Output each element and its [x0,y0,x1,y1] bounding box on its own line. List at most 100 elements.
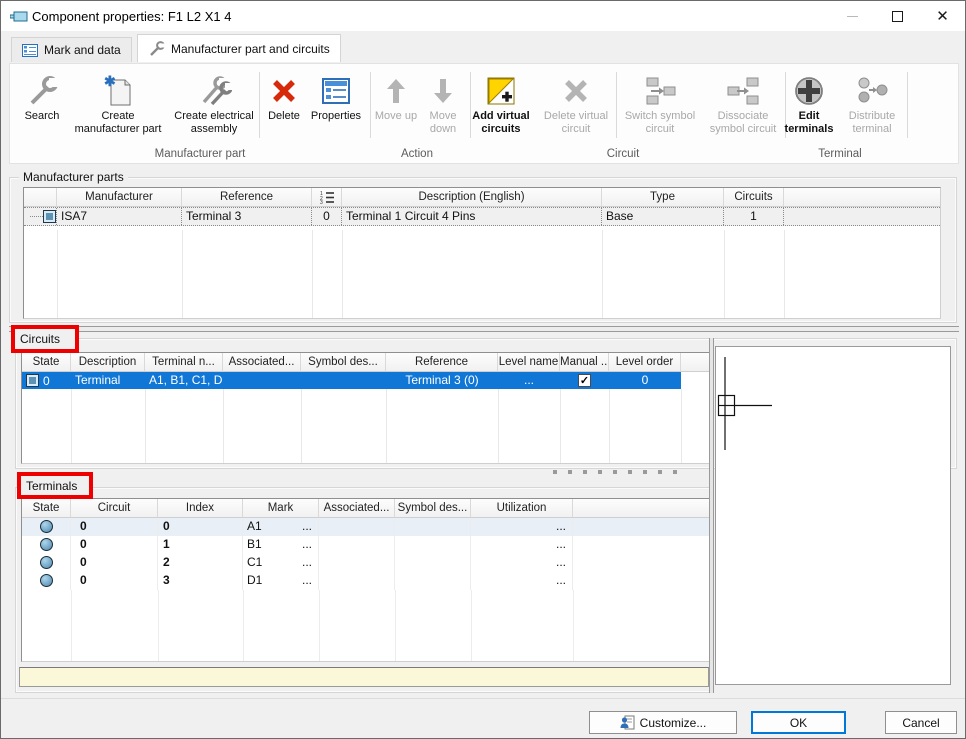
create-electrical-assembly-button[interactable]: Create electrical assembly [166,72,262,150]
cell-circuit[interactable]: 0 [71,518,158,536]
header-description[interactable]: Description [71,353,145,372]
ellipsis-button[interactable]: ... [556,519,566,533]
cell-symbol-des[interactable] [395,536,471,554]
header-level-order[interactable]: Level order [609,353,681,372]
header-utilization[interactable]: Utilization [471,499,573,518]
properties-button[interactable]: Properties [306,72,366,150]
cell-manual-checkbox[interactable]: ✓ [560,372,609,389]
horizontal-splitter[interactable] [9,326,959,332]
ellipsis-button[interactable]: ... [302,572,312,590]
header-manual[interactable]: Manual ... [560,353,609,372]
move-down-button[interactable]: Move down [418,72,468,150]
tab-manufacturer-part-and-circuits[interactable]: Manufacturer part and circuits [137,34,341,62]
cell-circuit[interactable]: 0 [71,554,158,572]
header-mark[interactable]: Mark [243,499,319,518]
cell-associated[interactable] [223,372,301,389]
maximize-button[interactable] [875,1,920,31]
checked-checkbox-icon[interactable]: ✓ [578,374,591,387]
distribute-terminal-button[interactable]: Distribute terminal [840,72,904,150]
cell-level-name-ellipsis[interactable]: ... [498,372,560,389]
cell-order[interactable]: 0 [312,208,342,225]
header-expander[interactable] [24,188,57,207]
header-associated[interactable]: Associated... [223,353,301,372]
cancel-button[interactable]: Cancel [885,711,957,734]
cell-description[interactable]: Terminal [71,372,145,389]
status-input-field[interactable] [19,667,709,687]
cell-index[interactable]: 2 [158,554,243,572]
ok-button[interactable]: OK [751,711,846,734]
cell-associated[interactable] [319,572,395,590]
terminal-row[interactable]: 0 1 B1... ... [22,536,710,554]
cell-symbol-des[interactable] [301,372,386,389]
close-button[interactable]: ✕ [920,1,965,31]
search-button[interactable]: Search [14,72,70,150]
move-up-button[interactable]: Move up [374,72,418,150]
header-sort-order[interactable]: 123 [312,188,342,207]
cell-circuit[interactable]: 0 [71,572,158,590]
cell-utilization[interactable]: ... [471,536,573,554]
cell-mark[interactable]: A1... [243,518,319,536]
cell-index[interactable]: 3 [158,572,243,590]
cell-symbol-des[interactable] [395,572,471,590]
header-reference[interactable]: Reference [182,188,312,207]
terminal-row[interactable]: 0 0 A1... ... [22,518,710,536]
cell-utilization[interactable]: ... [471,518,573,536]
cell-mark[interactable]: B1... [243,536,319,554]
cell-symbol-des[interactable] [395,518,471,536]
customize-button[interactable]: Customize... [589,711,737,734]
header-type[interactable]: Type [602,188,724,207]
cell-associated[interactable] [319,536,395,554]
cell-terminal-names[interactable]: A1, B1, C1, D1 [145,372,223,389]
switch-symbol-circuit-button[interactable]: Switch symbol circuit [618,72,702,150]
cell-type[interactable]: Base [602,208,724,225]
row-expander-cell[interactable] [24,208,57,225]
terminal-row[interactable]: 0 2 C1... ... [22,554,710,572]
cell-level-order[interactable]: 0 [609,372,681,389]
cell-state[interactable] [22,554,71,572]
header-associated[interactable]: Associated... [319,499,395,518]
cell-mark[interactable]: C1... [243,554,319,572]
manufacturer-part-row[interactable]: ISA7 Terminal 3 0 Terminal 1 Circuit 4 P… [24,207,940,226]
ellipsis-button[interactable]: ... [302,518,312,536]
header-terminal-n[interactable]: Terminal n... [145,353,223,372]
ellipsis-button[interactable]: ... [556,555,566,569]
create-manufacturer-part-button[interactable]: ✱ Create manufacturer part [70,72,166,150]
minimize-button[interactable] [830,1,875,31]
header-index[interactable]: Index [158,499,243,518]
cell-state[interactable] [22,572,71,590]
header-circuits[interactable]: Circuits [724,188,784,207]
ellipsis-button[interactable]: ... [302,554,312,572]
circuit-row-selected[interactable]: 0 Terminal A1, B1, C1, D1 Terminal 3 (0)… [22,372,710,389]
cell-circuit[interactable]: 0 [71,536,158,554]
header-symbol-des[interactable]: Symbol des... [395,499,471,518]
cell-utilization[interactable]: ... [471,572,573,590]
ellipsis-button[interactable]: ... [302,536,312,554]
grip-splitter[interactable] [553,470,677,474]
cell-circuits[interactable]: 1 [724,208,784,225]
cell-associated[interactable] [319,554,395,572]
cell-associated[interactable] [319,518,395,536]
tab-mark-and-data[interactable]: Mark and data [11,37,132,62]
dissociate-symbol-circuit-button[interactable]: Dissociate symbol circuit [703,72,783,150]
ellipsis-button[interactable]: ... [556,573,566,587]
edit-terminals-button[interactable]: Edit terminals [779,72,839,150]
cell-index[interactable]: 1 [158,536,243,554]
vertical-splitter[interactable] [709,338,714,693]
ellipsis-button[interactable]: ... [556,537,566,551]
cell-manufacturer[interactable]: ISA7 [57,208,182,225]
cell-reference[interactable]: Terminal 3 (0) [386,372,498,389]
cell-description[interactable]: Terminal 1 Circuit 4 Pins [342,208,602,225]
header-level-name[interactable]: Level name [498,353,560,372]
cell-state[interactable] [22,536,71,554]
header-state[interactable]: State [22,353,71,372]
cell-reference[interactable]: Terminal 3 [182,208,312,225]
terminal-row[interactable]: 0 3 D1... ... [22,572,710,590]
cell-symbol-des[interactable] [395,554,471,572]
delete-button[interactable]: Delete [261,72,307,150]
header-circuit[interactable]: Circuit [71,499,158,518]
cell-index[interactable]: 0 [158,518,243,536]
header-description[interactable]: Description (English) [342,188,602,207]
cell-state[interactable]: 0 [22,372,71,389]
add-virtual-circuits-button[interactable]: Add virtual circuits [465,72,537,150]
cell-state[interactable] [22,518,71,536]
